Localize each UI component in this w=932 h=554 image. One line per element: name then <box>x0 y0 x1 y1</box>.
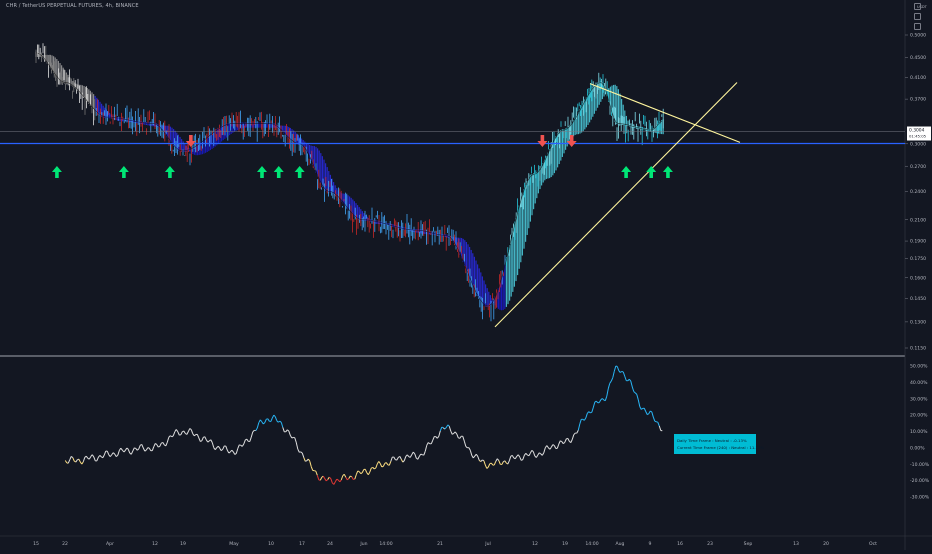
osc-tick-label: -10.00% <box>910 462 930 468</box>
signal-down-arrow <box>567 135 577 147</box>
time-axis-label: 16 <box>677 541 683 547</box>
time-axis-label: 22 <box>62 541 68 547</box>
info-box-current: Current Time Frame (240) : Neutral : 11.… <box>677 445 764 450</box>
info-box-daily: Daily Time Frame : Neutral : -0.13% <box>677 438 747 443</box>
oscillator-line <box>65 366 662 484</box>
time-axis-label: May <box>229 541 239 547</box>
price-tick-label: 0.4100 <box>910 75 926 81</box>
osc-tick-label: 20.00% <box>910 413 928 419</box>
signal-up-arrow <box>52 166 62 178</box>
osc-tick-label: 0.00% <box>910 445 925 451</box>
price-tick-label: 0.2100 <box>910 217 926 223</box>
price-tick-label: 0.2400 <box>910 189 926 195</box>
osc-tick-label: 30.00% <box>910 396 928 402</box>
osc-tick-label: -20.00% <box>910 478 930 484</box>
price-tick-label: 0.1600 <box>910 275 926 281</box>
time-axis-label: 23 <box>707 541 713 547</box>
osc-tick-label: -30.00% <box>910 495 930 501</box>
signal-up-arrow <box>646 166 656 178</box>
time-axis-label: 19 <box>180 541 186 547</box>
price-tick-label: 0.1150 <box>910 346 926 352</box>
price-tick-label: 0.2700 <box>910 164 926 170</box>
time-axis-label: 12 <box>532 541 538 547</box>
time-axis-label: 13 <box>793 541 799 547</box>
signal-up-arrow <box>274 166 284 178</box>
time-axis-label: 21 <box>437 541 443 547</box>
signal-up-arrow <box>165 166 175 178</box>
time-axis-label: Aug <box>616 541 625 547</box>
price-tick-label: 0.1900 <box>910 239 926 245</box>
settings-icon[interactable] <box>914 3 921 10</box>
chart-canvas[interactable]: 0.5000 0.4500 0.4100 0.3700 0.3000 0.2700 0.24… <box>0 0 932 550</box>
osc-tick-label: 10.00% <box>910 429 928 435</box>
signal-up-arrow <box>621 166 631 178</box>
toolbar-right <box>912 0 926 30</box>
price-tick-label: 0.1750 <box>910 256 926 262</box>
time-axis-label: Oct <box>869 541 877 547</box>
price-tick-label: 0.4500 <box>910 55 926 61</box>
signal-up-arrow <box>119 166 129 178</box>
price-tick-label: 0.1300 <box>910 319 926 325</box>
osc-tick-label: 50.00% <box>910 364 928 370</box>
price-candles <box>36 43 663 321</box>
signal-up-arrow <box>295 166 305 178</box>
time-axis-label: Jul <box>484 541 491 547</box>
osc-tick-label: 40.00% <box>910 380 928 386</box>
price-tick-label: 0.5000 <box>910 33 926 39</box>
time-axis-label: Jun <box>359 541 367 547</box>
time-axis-label: 24 <box>327 541 333 547</box>
price-line <box>36 53 662 306</box>
price-tick-label: 0.3700 <box>910 97 926 103</box>
time-axis-label: Sep <box>744 541 753 547</box>
price-tick-label: 0.1450 <box>910 296 926 302</box>
signal-up-arrow <box>663 166 673 178</box>
time-axis-label: 9 <box>649 541 652 547</box>
rising-trendline <box>495 83 737 327</box>
time-axis-label: 14:00 <box>379 541 392 547</box>
trading-chart[interactable]: 0.5000 0.4500 0.4100 0.3700 0.3000 0.2700 0.24… <box>0 0 932 550</box>
price-tick-label: 0.3000 <box>910 141 926 147</box>
time-axis-label: 20 <box>823 541 829 547</box>
time-axis-label: Apr <box>106 541 114 547</box>
chart-title: CHR / TetherUS PERPETUAL FUTURES, 4h, BI… <box>6 3 139 9</box>
time-axis-label: 10 <box>268 541 274 547</box>
time-axis-label: 19 <box>562 541 568 547</box>
alert-icon[interactable] <box>914 23 921 30</box>
info-box <box>674 434 756 454</box>
time-axis-label: 15 <box>33 541 39 547</box>
time-axis-label: 17 <box>299 541 305 547</box>
layout-icon[interactable] <box>914 13 921 20</box>
signal-down-arrow <box>537 135 547 147</box>
time-axis-label: 14:00 <box>585 541 598 547</box>
signal-up-arrow <box>257 166 267 178</box>
ma-ribbon <box>36 52 663 311</box>
price-tag-countdown: 01:45:05 <box>909 134 927 139</box>
time-axis-label: 12 <box>152 541 158 547</box>
